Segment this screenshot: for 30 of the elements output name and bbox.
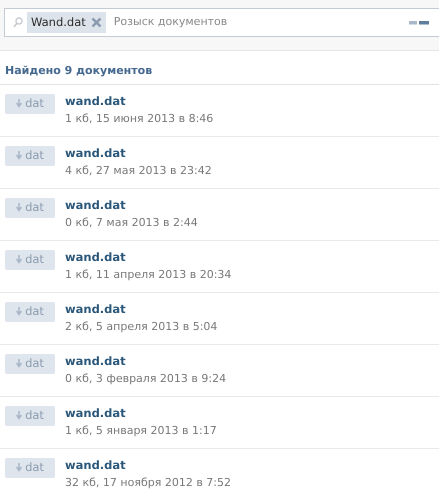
download-icon <box>16 411 22 420</box>
document-name[interactable]: wand.dat <box>65 146 212 160</box>
download-icon <box>16 307 22 316</box>
document-details: 1 кб, 11 апреля 2013 в 20:34 <box>65 266 232 282</box>
options-icon[interactable] <box>409 20 429 24</box>
document-name[interactable]: wand.dat <box>65 198 198 212</box>
download-icon <box>16 255 22 264</box>
download-icon <box>16 99 22 108</box>
download-icon <box>16 359 22 368</box>
document-name[interactable]: wand.dat <box>65 354 226 368</box>
document-name[interactable]: wand.dat <box>65 406 217 420</box>
document-details: 1 кб, 5 января 2013 в 1:17 <box>65 422 217 438</box>
search-field[interactable]: Wand.dat Розыск документов <box>4 8 439 37</box>
document-details: 1 кб, 15 июня 2013 в 8:46 <box>65 110 214 126</box>
document-name[interactable]: wand.dat <box>65 250 232 264</box>
remove-icon[interactable] <box>90 17 102 28</box>
document-details: 4 кб, 27 мая 2013 в 23:42 <box>65 162 212 178</box>
document-name[interactable]: wand.dat <box>65 94 214 108</box>
document-details: 0 кб, 7 мая 2013 в 2:44 <box>65 214 198 230</box>
download-icon <box>16 151 22 160</box>
search-icon <box>13 17 23 28</box>
results-count: Найдено 9 документов <box>0 51 439 84</box>
token-label: Wand.dat <box>31 14 86 31</box>
download-icon <box>16 203 22 212</box>
document-details: 32 кб, 17 ноября 2012 в 7:52 <box>65 474 231 490</box>
document-details: 0 кб, 3 февраля 2013 в 9:24 <box>65 370 226 386</box>
document-details: 2 кб, 5 апреля 2013 в 5:04 <box>65 318 218 334</box>
download-icon <box>16 463 22 472</box>
document-name[interactable]: wand.dat <box>65 302 218 316</box>
document-name[interactable]: wand.dat <box>65 458 231 472</box>
